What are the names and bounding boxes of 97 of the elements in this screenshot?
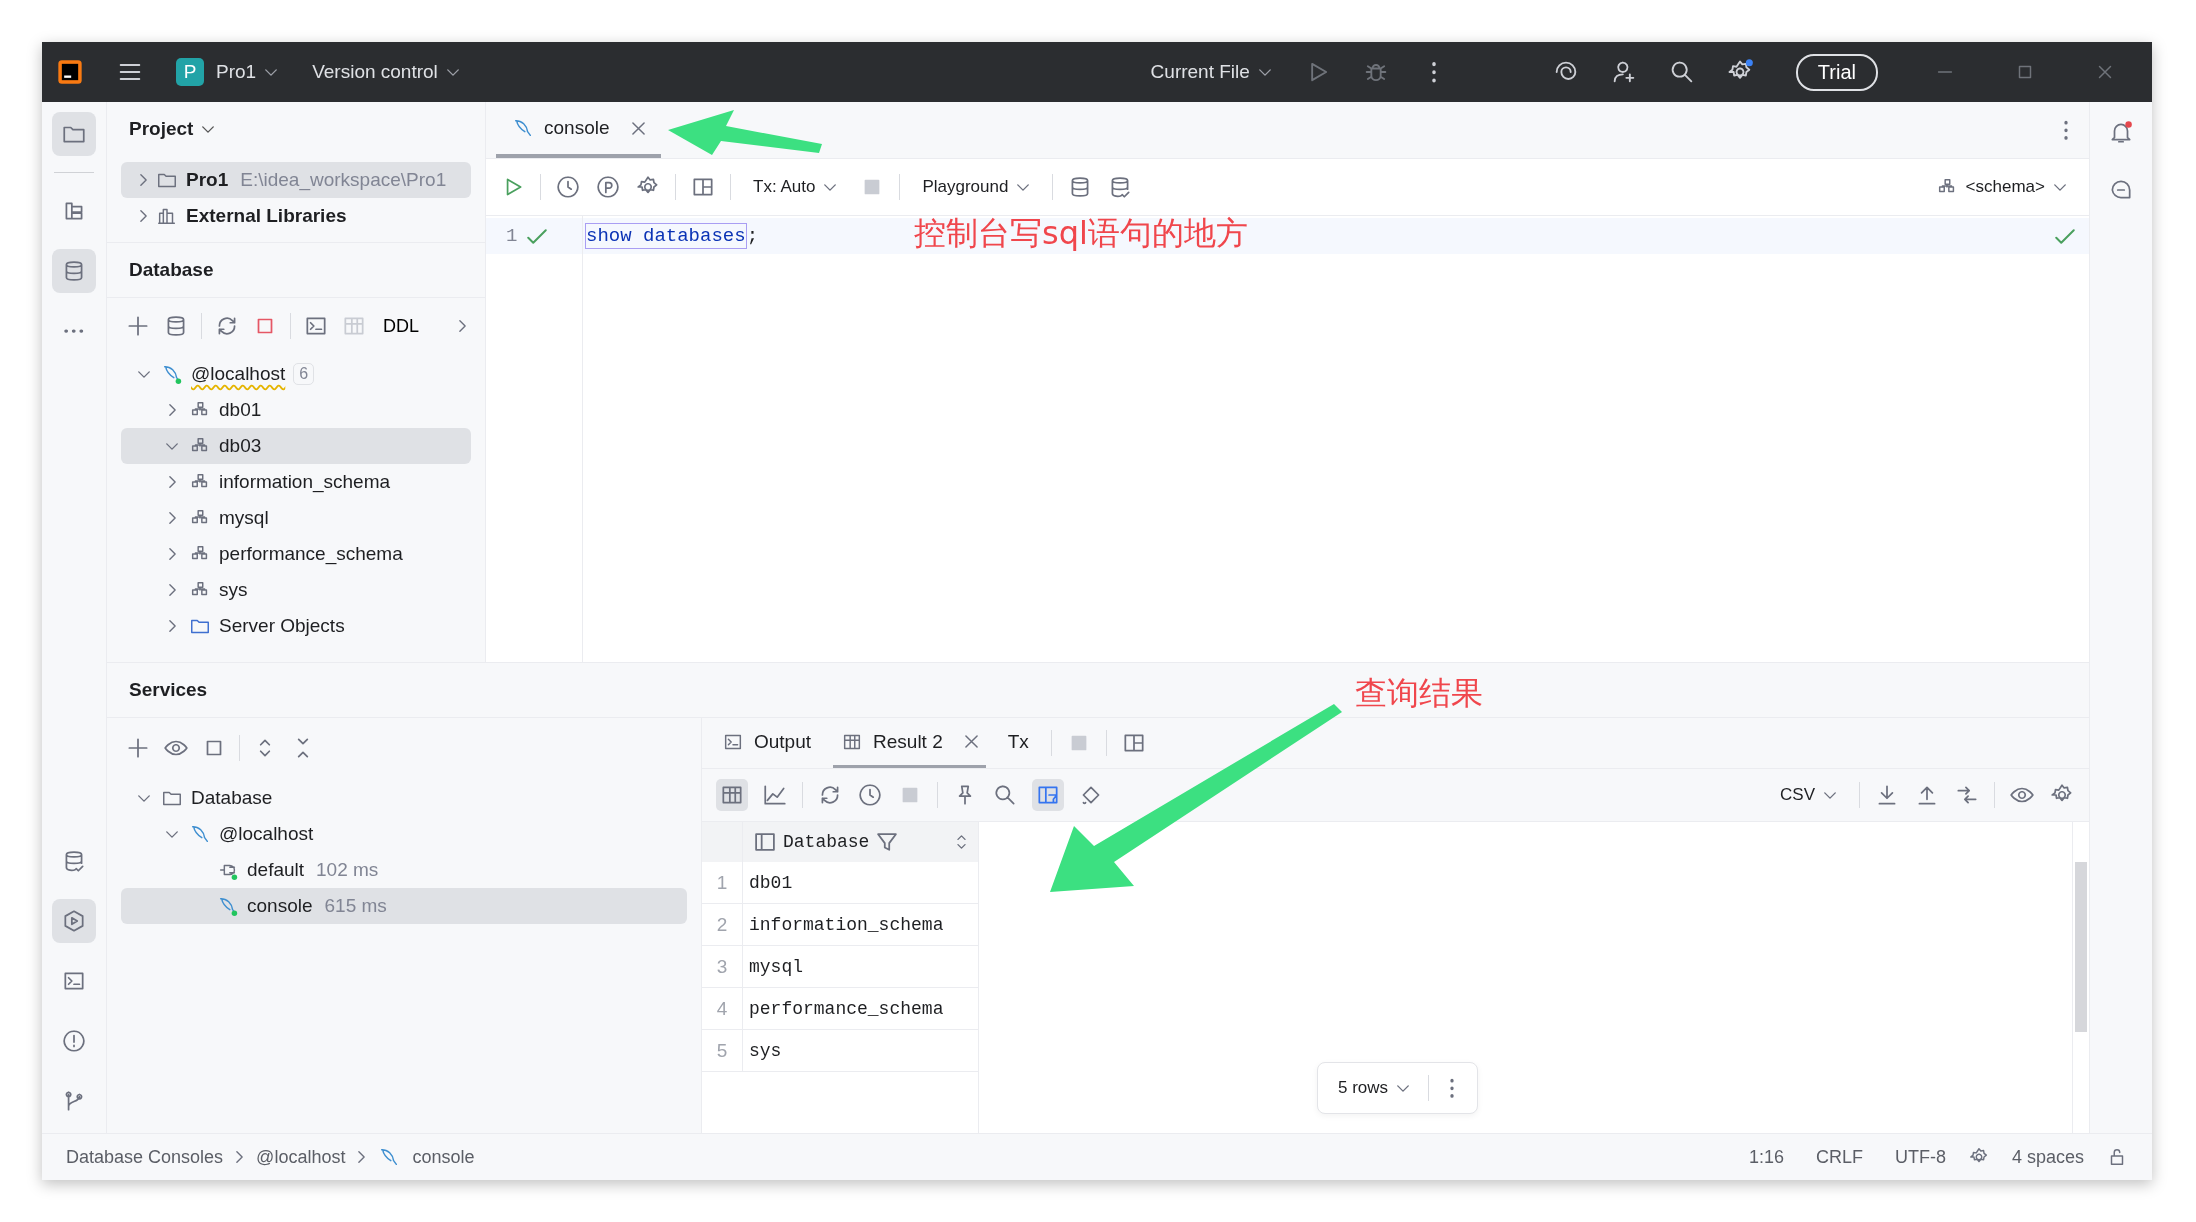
chevron-icon xyxy=(357,1150,367,1164)
filter-icon[interactable] xyxy=(877,833,898,851)
export-format-dropdown[interactable]: CSV xyxy=(1772,781,1845,809)
breadcrumb[interactable]: @localhost xyxy=(256,1146,346,1168)
project-selector[interactable]: P Pro1 xyxy=(166,52,289,92)
chevron-icon[interactable] xyxy=(2053,182,2067,192)
tree-item[interactable]: @localhost xyxy=(121,816,687,852)
chevron-icon[interactable] xyxy=(167,511,177,525)
chevron-icon[interactable] xyxy=(165,441,179,451)
row-number: 1 xyxy=(702,862,743,903)
code-text: ; xyxy=(746,225,759,247)
dolphin-icon xyxy=(217,895,239,917)
check-icon xyxy=(2055,228,2075,244)
tree-item[interactable]: console 615 ms xyxy=(121,888,687,924)
row-number: 3 xyxy=(702,946,743,987)
caret-position[interactable]: 1:16 xyxy=(1748,1146,1784,1168)
dolphin-icon xyxy=(189,823,211,845)
chevron-icon[interactable] xyxy=(137,369,151,379)
tree-item[interactable]: information_schema xyxy=(121,464,471,500)
table-cell-text: mysql xyxy=(748,955,804,979)
table-cell-text: performance_schema xyxy=(748,997,945,1021)
ddl-button[interactable]: DDL xyxy=(379,315,423,337)
chevron-icon[interactable] xyxy=(201,124,216,134)
chevron-icon[interactable] xyxy=(139,173,148,187)
chevron-icon[interactable] xyxy=(137,793,151,803)
tree-item[interactable]: Pro1 E:\idea_workspace\Pro1 xyxy=(121,162,471,198)
tree-item[interactable]: sys xyxy=(121,572,471,608)
check-icon xyxy=(527,228,548,244)
chevron-icon xyxy=(235,1150,245,1164)
history-icon[interactable] xyxy=(857,782,883,808)
table-cell-text: information_schema xyxy=(748,913,945,937)
chevron-icon[interactable] xyxy=(1823,790,1837,800)
schema-dropdown[interactable]: <schema> xyxy=(1927,172,2075,202)
table-cell-text: sys xyxy=(748,1039,783,1063)
row-number: 5 xyxy=(702,1030,743,1071)
breadcrumb[interactable]: console xyxy=(412,1146,475,1168)
code-keyword: show databases xyxy=(585,223,747,249)
parameters-icon[interactable] xyxy=(595,174,621,200)
result-tab[interactable]: Output xyxy=(714,718,820,768)
dolphin-icon xyxy=(512,117,534,139)
editor-tab[interactable]: console xyxy=(496,102,661,158)
chevron-icon[interactable] xyxy=(1016,182,1031,192)
filter-table-icon[interactable] xyxy=(1032,779,1064,811)
tree-item[interactable]: External Libraries xyxy=(121,198,471,234)
row-number: 4 xyxy=(702,988,743,1029)
row-number: 2 xyxy=(702,904,743,945)
panel-title: Database xyxy=(129,259,214,281)
scrollbar-thumb[interactable] xyxy=(2075,862,2087,1032)
chevron-icon[interactable] xyxy=(458,319,467,333)
chevron-icon[interactable] xyxy=(167,475,177,489)
tree-item[interactable]: Database xyxy=(121,780,687,816)
result-tab[interactable]: Tx xyxy=(999,718,1037,768)
chevron-icon[interactable] xyxy=(167,619,177,633)
close-icon[interactable] xyxy=(964,735,978,748)
chevron-icon[interactable] xyxy=(165,829,179,839)
history-icon[interactable] xyxy=(555,174,581,200)
result-tab[interactable]: Result 2 xyxy=(833,718,986,768)
folder-icon[interactable] xyxy=(52,112,96,156)
table-cell-text: db01 xyxy=(748,871,794,895)
sort-icon[interactable] xyxy=(957,835,966,849)
annotation-text: 查询结果 xyxy=(1355,673,1483,714)
line-ending[interactable]: CRLF xyxy=(1815,1146,1863,1168)
encoding[interactable]: UTF-8 xyxy=(1894,1146,1946,1168)
database-icon[interactable] xyxy=(52,249,96,293)
chevron-icon[interactable] xyxy=(167,583,177,597)
panel-title[interactable]: Project xyxy=(129,118,194,140)
chevron-icon[interactable] xyxy=(445,67,460,77)
mode-dropdown[interactable]: Playground xyxy=(914,173,1039,201)
chevron-icon[interactable] xyxy=(1257,67,1272,77)
tree-item[interactable]: performance_schema xyxy=(121,536,471,572)
line-number: 1 xyxy=(506,225,518,247)
column-icon xyxy=(755,833,775,851)
tree-item[interactable]: mysql xyxy=(121,500,471,536)
indent-setting[interactable]: 4 spaces xyxy=(2011,1146,2084,1168)
chevron-icon[interactable] xyxy=(823,182,838,192)
chevron-icon[interactable] xyxy=(264,67,279,77)
run-configuration-selector[interactable]: Current File xyxy=(1140,55,1282,89)
dolphin-icon xyxy=(161,363,183,385)
transaction-mode-dropdown[interactable]: Tx: Auto xyxy=(745,173,846,201)
services-icon[interactable] xyxy=(52,899,96,943)
tree-item[interactable]: db03 xyxy=(121,428,471,464)
trial-button[interactable]: Trial xyxy=(1795,53,1878,91)
tree-item[interactable]: Server Objects xyxy=(121,608,471,644)
chevron-icon[interactable] xyxy=(167,403,177,417)
chevron-icon[interactable] xyxy=(1396,1083,1411,1093)
close-icon[interactable] xyxy=(631,121,645,135)
version-control-menu[interactable]: Version control xyxy=(302,55,470,89)
chevron-icon[interactable] xyxy=(167,547,177,561)
tree-item[interactable]: default 102 ms xyxy=(121,852,687,888)
panel-title: Services xyxy=(129,679,208,701)
tree-item[interactable]: @localhost 6 xyxy=(121,356,471,392)
chevron-icon[interactable] xyxy=(139,209,148,223)
tree-item[interactable]: db01 xyxy=(121,392,471,428)
annotation-text: 控制台写sql语句的地方 xyxy=(914,213,1248,254)
breadcrumb[interactable]: Database Consoles xyxy=(66,1146,224,1168)
table-view-icon[interactable] xyxy=(716,779,748,811)
app-logo-icon[interactable] xyxy=(56,58,84,86)
